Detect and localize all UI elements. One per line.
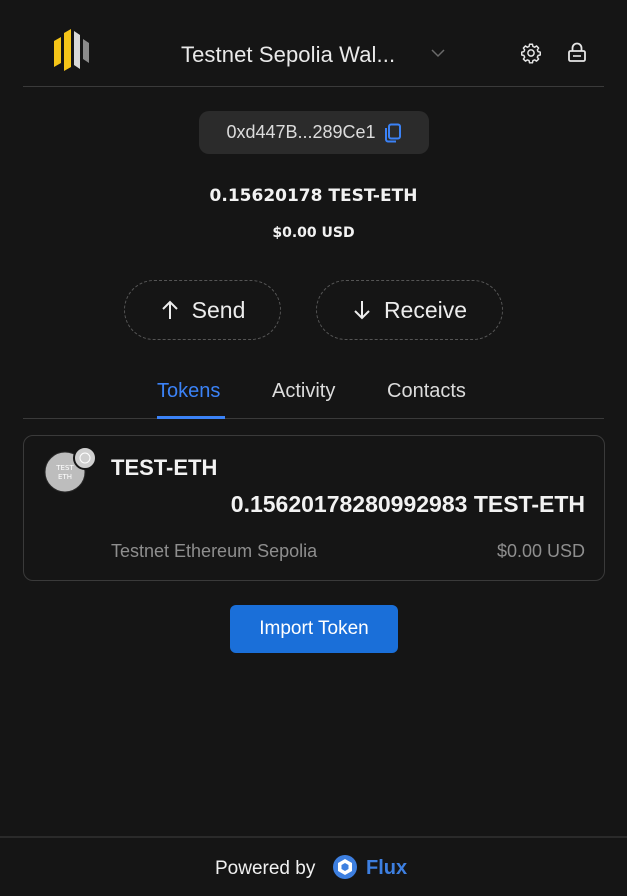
gear-icon[interactable]	[520, 42, 542, 64]
token-symbol: TEST-ETH	[111, 455, 218, 480]
balance-usd: $0.00 USD	[272, 225, 355, 241]
arrow-up-icon	[161, 300, 178, 319]
tab-activity[interactable]: Activity	[272, 380, 335, 403]
send-button[interactable]: Send	[124, 280, 281, 340]
token-eth-icon: TEST ETH	[44, 446, 97, 493]
wallet-address: 0xd447B...289Ce1	[226, 122, 376, 142]
flux-brand-link[interactable]: Flux	[366, 857, 407, 880]
send-label: Send	[191, 296, 246, 323]
active-tab-indicator	[157, 416, 225, 419]
address-pill[interactable]: 0xd447B...289Ce1	[199, 111, 429, 154]
token-row[interactable]: TEST ETH TEST-ETH 0.15620178280992983 TE…	[23, 435, 605, 581]
chevron-down-icon[interactable]	[430, 45, 446, 61]
flux-logo-icon	[333, 855, 357, 879]
balance-amount: 0.15620178 TEST-ETH	[209, 186, 418, 206]
tab-contacts[interactable]: Contacts	[387, 380, 466, 403]
receive-button[interactable]: Receive	[316, 280, 503, 340]
footer: Powered by Flux	[0, 836, 627, 896]
lock-icon[interactable]	[566, 41, 588, 63]
receive-label: Receive	[383, 296, 468, 323]
arrow-down-icon	[354, 301, 370, 320]
brand-logo-icon	[54, 29, 89, 71]
token-network: Testnet Ethereum Sepolia	[111, 541, 318, 561]
wallet-name[interactable]: Testnet Sepolia Wal...	[181, 42, 395, 68]
token-icon-text-2: ETH	[58, 473, 72, 481]
token-amount: 0.15620178280992983 TEST-ETH	[230, 491, 585, 517]
header: Testnet Sepolia Wal...	[23, 0, 604, 87]
token-icon-text-1: TEST	[55, 464, 74, 472]
tab-tokens[interactable]: Tokens	[157, 380, 220, 403]
token-usd-value: $0.00 USD	[496, 541, 585, 561]
copy-icon[interactable]	[384, 123, 402, 143]
import-token-button[interactable]: Import Token	[230, 605, 398, 653]
tab-bar: Tokens Activity Contacts	[23, 366, 604, 419]
powered-by-label: Powered by	[215, 858, 316, 879]
